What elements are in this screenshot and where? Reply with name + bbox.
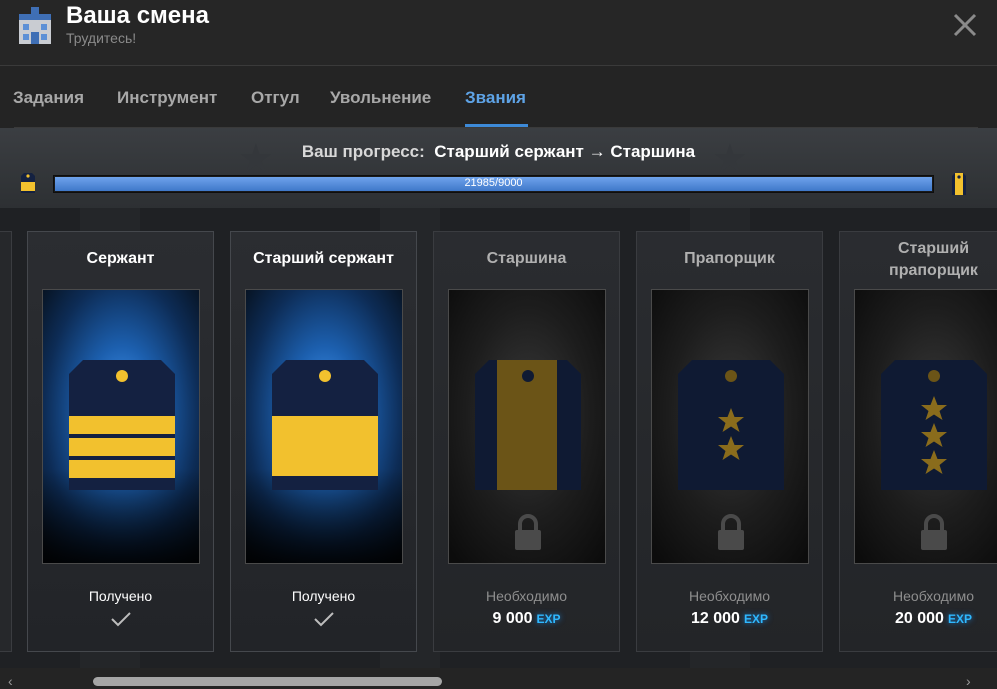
rank-cost-value: 9 000 [492, 610, 533, 627]
senior-praporshchik-shoulder-board-icon [855, 290, 997, 563]
rank-image [448, 289, 606, 564]
exp-label: EXP [947, 612, 972, 626]
starshina-shoulder-board-icon [449, 290, 605, 563]
tab-tasks[interactable]: Задания [13, 88, 84, 108]
tab-tools[interactable]: Инструмент [117, 88, 217, 108]
rank-cost: 9 000 EXP [434, 610, 619, 628]
rank-card-senior-sergeant[interactable]: Старший сержант Получено [230, 231, 417, 652]
rank-card-starshina[interactable]: Старшина Необходимо 9 000 EXP [433, 231, 620, 652]
checkmark-icon [111, 612, 131, 627]
next-rank-badge-icon [952, 173, 966, 195]
current-rank-badge-icon [21, 173, 35, 193]
current-rank-text: Старший сержант [434, 142, 584, 161]
scrollbar-thumb[interactable] [93, 677, 442, 686]
ranks-carousel[interactable]: Сержант Получено Старший сержант Получен… [0, 208, 997, 668]
rank-name: Старший сержант [253, 250, 394, 267]
rank-name: Старший прапорщик [889, 240, 978, 279]
horizontal-scrollbar[interactable]: ‹ › [0, 668, 997, 689]
rank-status: Необходимо [486, 588, 567, 604]
next-rank-text: Старшина [610, 142, 696, 161]
tab-day-off[interactable]: Отгул [251, 88, 300, 108]
rank-card-sergeant[interactable]: Сержант Получено [27, 231, 214, 652]
progress-label: Ваш прогресс: Старший сержант → Старшина [0, 142, 997, 162]
tab-ranks[interactable]: Звания [465, 88, 526, 108]
rank-image [651, 289, 809, 564]
rank-image [42, 289, 200, 564]
progress-caption: Ваш прогресс: [301, 142, 425, 161]
police-station-icon [19, 7, 51, 44]
exp-label: EXP [536, 612, 561, 626]
rank-card-partial [0, 231, 12, 652]
rank-card-praporshchik[interactable]: Прапорщик Необходимо 12 000 EXP [636, 231, 823, 652]
progress-bar: 21985/9000 [53, 175, 934, 193]
senior-sergeant-shoulder-board-icon [246, 290, 402, 563]
rank-cost-value: 12 000 [691, 610, 740, 627]
rank-status: Необходимо [689, 588, 770, 604]
progress-arrow: → [588, 142, 606, 161]
praporshchik-shoulder-board-icon [652, 290, 808, 563]
window-header: Ваша смена Трудитесь! [0, 0, 997, 66]
progress-panel: ★ ★ Ваш прогресс: Старший сержант → Стар… [0, 128, 997, 208]
rank-card-senior-praporshchik[interactable]: Старший прапорщик Необходимо 20 000 EXP [839, 231, 997, 652]
exp-label: EXP [743, 612, 768, 626]
rank-name: Сержант [86, 250, 155, 267]
sergeant-shoulder-board-icon [43, 290, 199, 563]
close-icon[interactable] [950, 10, 980, 40]
rank-cost: 20 000 EXP [840, 610, 997, 628]
tab-bar: Задания Инструмент Отгул Увольнение Зван… [0, 66, 997, 128]
scroll-right-icon[interactable]: › [966, 673, 971, 689]
tab-resignation[interactable]: Увольнение [330, 88, 431, 108]
rank-image [854, 289, 997, 564]
rank-status: Получено [88, 588, 153, 604]
checkmark-icon [314, 612, 334, 627]
rank-status: Необходимо [893, 588, 974, 604]
scroll-left-icon[interactable]: ‹ [8, 673, 13, 689]
progress-bar-text: 21985/9000 [464, 177, 523, 189]
rank-name: Прапорщик [684, 250, 775, 267]
rank-cost-value: 20 000 [895, 610, 944, 627]
window-subtitle: Трудитесь! [66, 30, 137, 46]
rank-status: Получено [291, 588, 356, 604]
rank-image [245, 289, 403, 564]
rank-name: Старшина [486, 250, 567, 267]
window-title: Ваша смена [66, 2, 209, 29]
rank-cost: 12 000 EXP [637, 610, 822, 628]
